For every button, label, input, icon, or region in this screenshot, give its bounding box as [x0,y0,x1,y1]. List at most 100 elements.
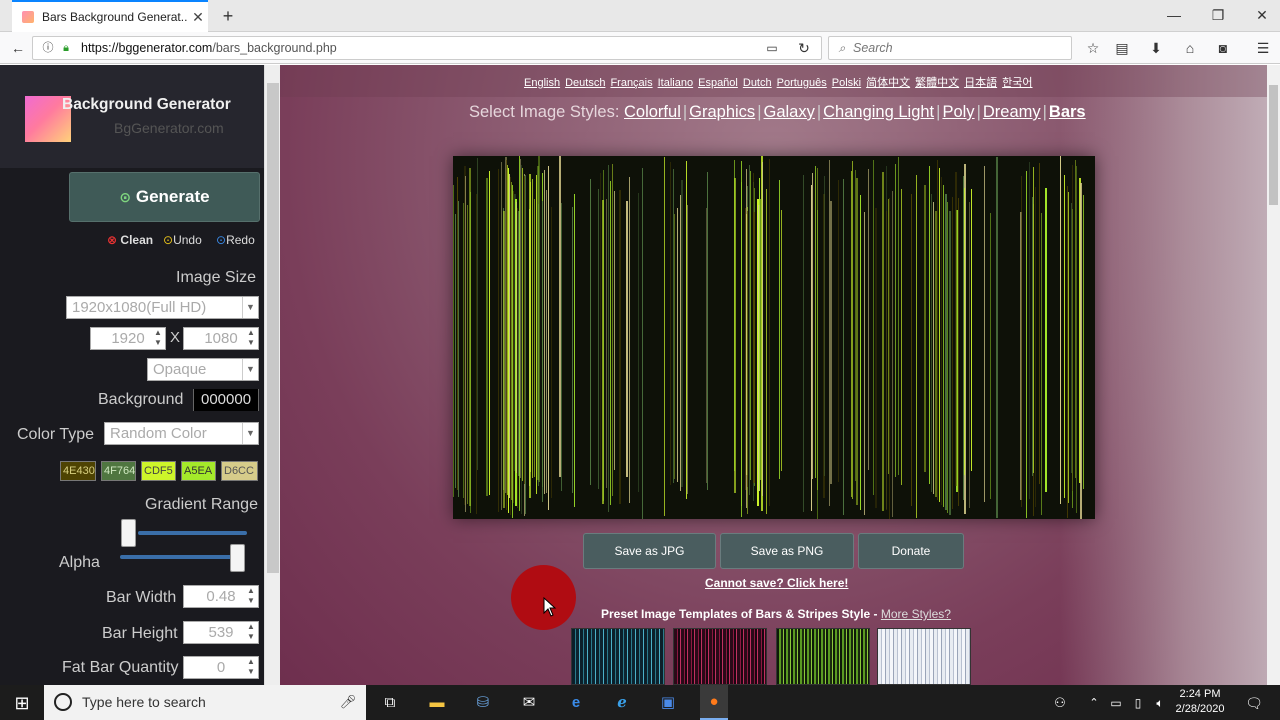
file-explorer-icon[interactable]: ▬ [425,691,449,715]
language-link[interactable]: 日本語 [964,77,997,89]
style-link[interactable]: Colorful [624,103,681,121]
gradient-range-track[interactable] [138,531,247,535]
language-link[interactable]: Polski [832,77,861,89]
store-icon[interactable]: ⛁ [471,691,495,715]
style-link[interactable]: Bars [1049,103,1086,121]
stepper-icon[interactable]: ▲ ▼ [244,622,258,643]
sidebar-scrollbar[interactable] [264,65,280,685]
volume-icon[interactable]: 🔈︎ [1148,691,1172,715]
chevron-up-icon[interactable]: ⌃ [1082,691,1106,715]
language-link[interactable]: Deutsch [565,77,605,89]
style-link[interactable]: Changing Light [823,103,934,121]
preset-thumbnail[interactable] [877,628,971,685]
preset-thumbnail[interactable] [776,628,870,685]
language-link[interactable]: Français [610,77,652,89]
redo-button[interactable]: ⊙Redo [216,233,255,247]
app-icon[interactable]: ▣ [656,691,680,715]
preview-bar [574,194,575,507]
color-type-select[interactable]: Random Color ▼ [104,422,259,445]
color-swatch[interactable]: A5EA [181,461,216,481]
page-scrollbar[interactable] [1267,65,1280,685]
reload-icon[interactable]: ↻ [793,38,815,58]
language-link[interactable]: Português [777,77,827,89]
undo-icon: ⊙ [163,233,174,247]
ie-icon[interactable]: ℯ [610,691,634,715]
language-link[interactable]: 简体中文 [866,77,910,89]
bar-width-value: 0.48 [206,588,236,605]
save-png-button[interactable]: Save as PNG [720,533,854,569]
library-icon[interactable]: ▤ [1111,38,1133,58]
home-icon[interactable]: ⌂ [1179,38,1201,58]
height-input[interactable]: 1080 ▲ ▼ [183,327,259,350]
edge-icon[interactable]: e [564,691,588,715]
image-size-select[interactable]: 1920x1080(Full HD) ▼ [66,296,259,319]
search-input[interactable]: ⌕ Search [828,36,1072,60]
language-link[interactable]: English [524,77,560,89]
system-clock[interactable]: 2:24 PM 2/28/2020 [1170,687,1230,717]
save-jpg-button[interactable]: Save as JPG [583,533,716,569]
clean-button[interactable]: ⊗ Clean [107,233,153,247]
stepper-icon[interactable]: ▲ ▼ [151,328,165,349]
language-link[interactable]: Español [698,77,738,89]
more-styles-link[interactable]: More Styles? [881,607,951,621]
people-icon[interactable]: ⚇ [1048,691,1072,715]
firefox-icon[interactable]: ● [700,685,728,720]
opacity-select[interactable]: Opaque ▼ [147,358,259,381]
style-link[interactable]: Poly [942,103,974,121]
window-close-icon[interactable]: ✕ [1240,0,1280,32]
stepper-icon[interactable]: ▲ ▼ [244,328,258,349]
preview-bar [882,172,884,511]
style-link[interactable]: Graphics [689,103,755,121]
close-tab-icon[interactable]: ✕ [188,9,208,26]
download-icon[interactable]: ⬇ [1145,38,1167,58]
windows-start-icon[interactable]: ⊞ [10,691,34,715]
alpha-handle[interactable] [230,544,245,572]
bookmark-star-icon[interactable]: ☆ [1082,38,1104,58]
mail-icon[interactable]: ✉ [517,691,541,715]
stepper-icon[interactable]: ▲ ▼ [244,657,258,678]
bar-width-input[interactable]: 0.48 ▲ ▼ [183,585,259,608]
undo-button[interactable]: ⊙Undo [163,233,202,247]
style-link[interactable]: Dreamy [983,103,1041,121]
gradient-range-handle[interactable] [121,519,136,547]
fat-bar-input[interactable]: 0 ▲ ▼ [183,656,259,679]
browser-tab[interactable]: Bars Background Generat... ✕ [12,0,208,32]
width-input[interactable]: 1920 ▲ ▼ [90,327,166,350]
back-icon[interactable]: ← [7,38,29,58]
taskbar-search[interactable]: Type here to search 🎤︎ [44,685,366,720]
language-link[interactable]: 繁體中文 [915,77,959,89]
preset-thumbnail[interactable] [673,628,767,685]
color-swatch[interactable]: 4F764 [101,461,136,481]
url-bar[interactable]: ⓘ 🔒︎ https://bggenerator.com/bars_backgr… [32,36,822,60]
new-tab-icon[interactable]: + [216,4,240,28]
network-icon[interactable]: ▭ [1104,691,1128,715]
color-swatch[interactable]: D6CC [221,461,258,481]
cannot-save-link[interactable]: Cannot save? Click here! [705,576,848,590]
alpha-track[interactable] [120,555,236,559]
language-link[interactable]: Dutch [743,77,772,89]
generate-button[interactable]: ⊙ Generate [69,172,260,222]
language-link[interactable]: Italiano [658,77,693,89]
reader-view-icon[interactable]: ▭ [761,38,783,58]
microphone-icon[interactable]: 🎤︎ [336,690,360,714]
background-color-input[interactable]: 000000 [193,389,259,411]
battery-icon[interactable]: ▯ [1126,691,1150,715]
menu-icon[interactable]: ☰ [1252,38,1274,58]
language-link[interactable]: 한국어 [1002,77,1032,89]
generated-bars-preview[interactable] [453,156,1095,519]
task-view-icon[interactable]: ⧉ [378,691,402,715]
sidebar-scroll-thumb[interactable] [267,83,279,573]
clock-time: 2:24 PM [1179,688,1221,700]
color-swatch[interactable]: CDF5 [141,461,176,481]
preset-thumbnail[interactable] [571,628,665,685]
restore-icon[interactable]: ❐ [1196,0,1240,32]
bar-height-input[interactable]: 539 ▲ ▼ [183,621,259,644]
style-link[interactable]: Galaxy [763,103,814,121]
stepper-icon[interactable]: ▲ ▼ [244,586,258,607]
page-scroll-thumb[interactable] [1269,85,1278,205]
notifications-icon[interactable]: 🗨︎ [1242,691,1266,715]
minimize-icon[interactable]: — [1152,0,1196,32]
pocket-icon[interactable]: ◙ [1212,38,1234,58]
donate-button[interactable]: Donate [858,533,964,569]
color-swatch[interactable]: 4E430 [60,461,96,481]
